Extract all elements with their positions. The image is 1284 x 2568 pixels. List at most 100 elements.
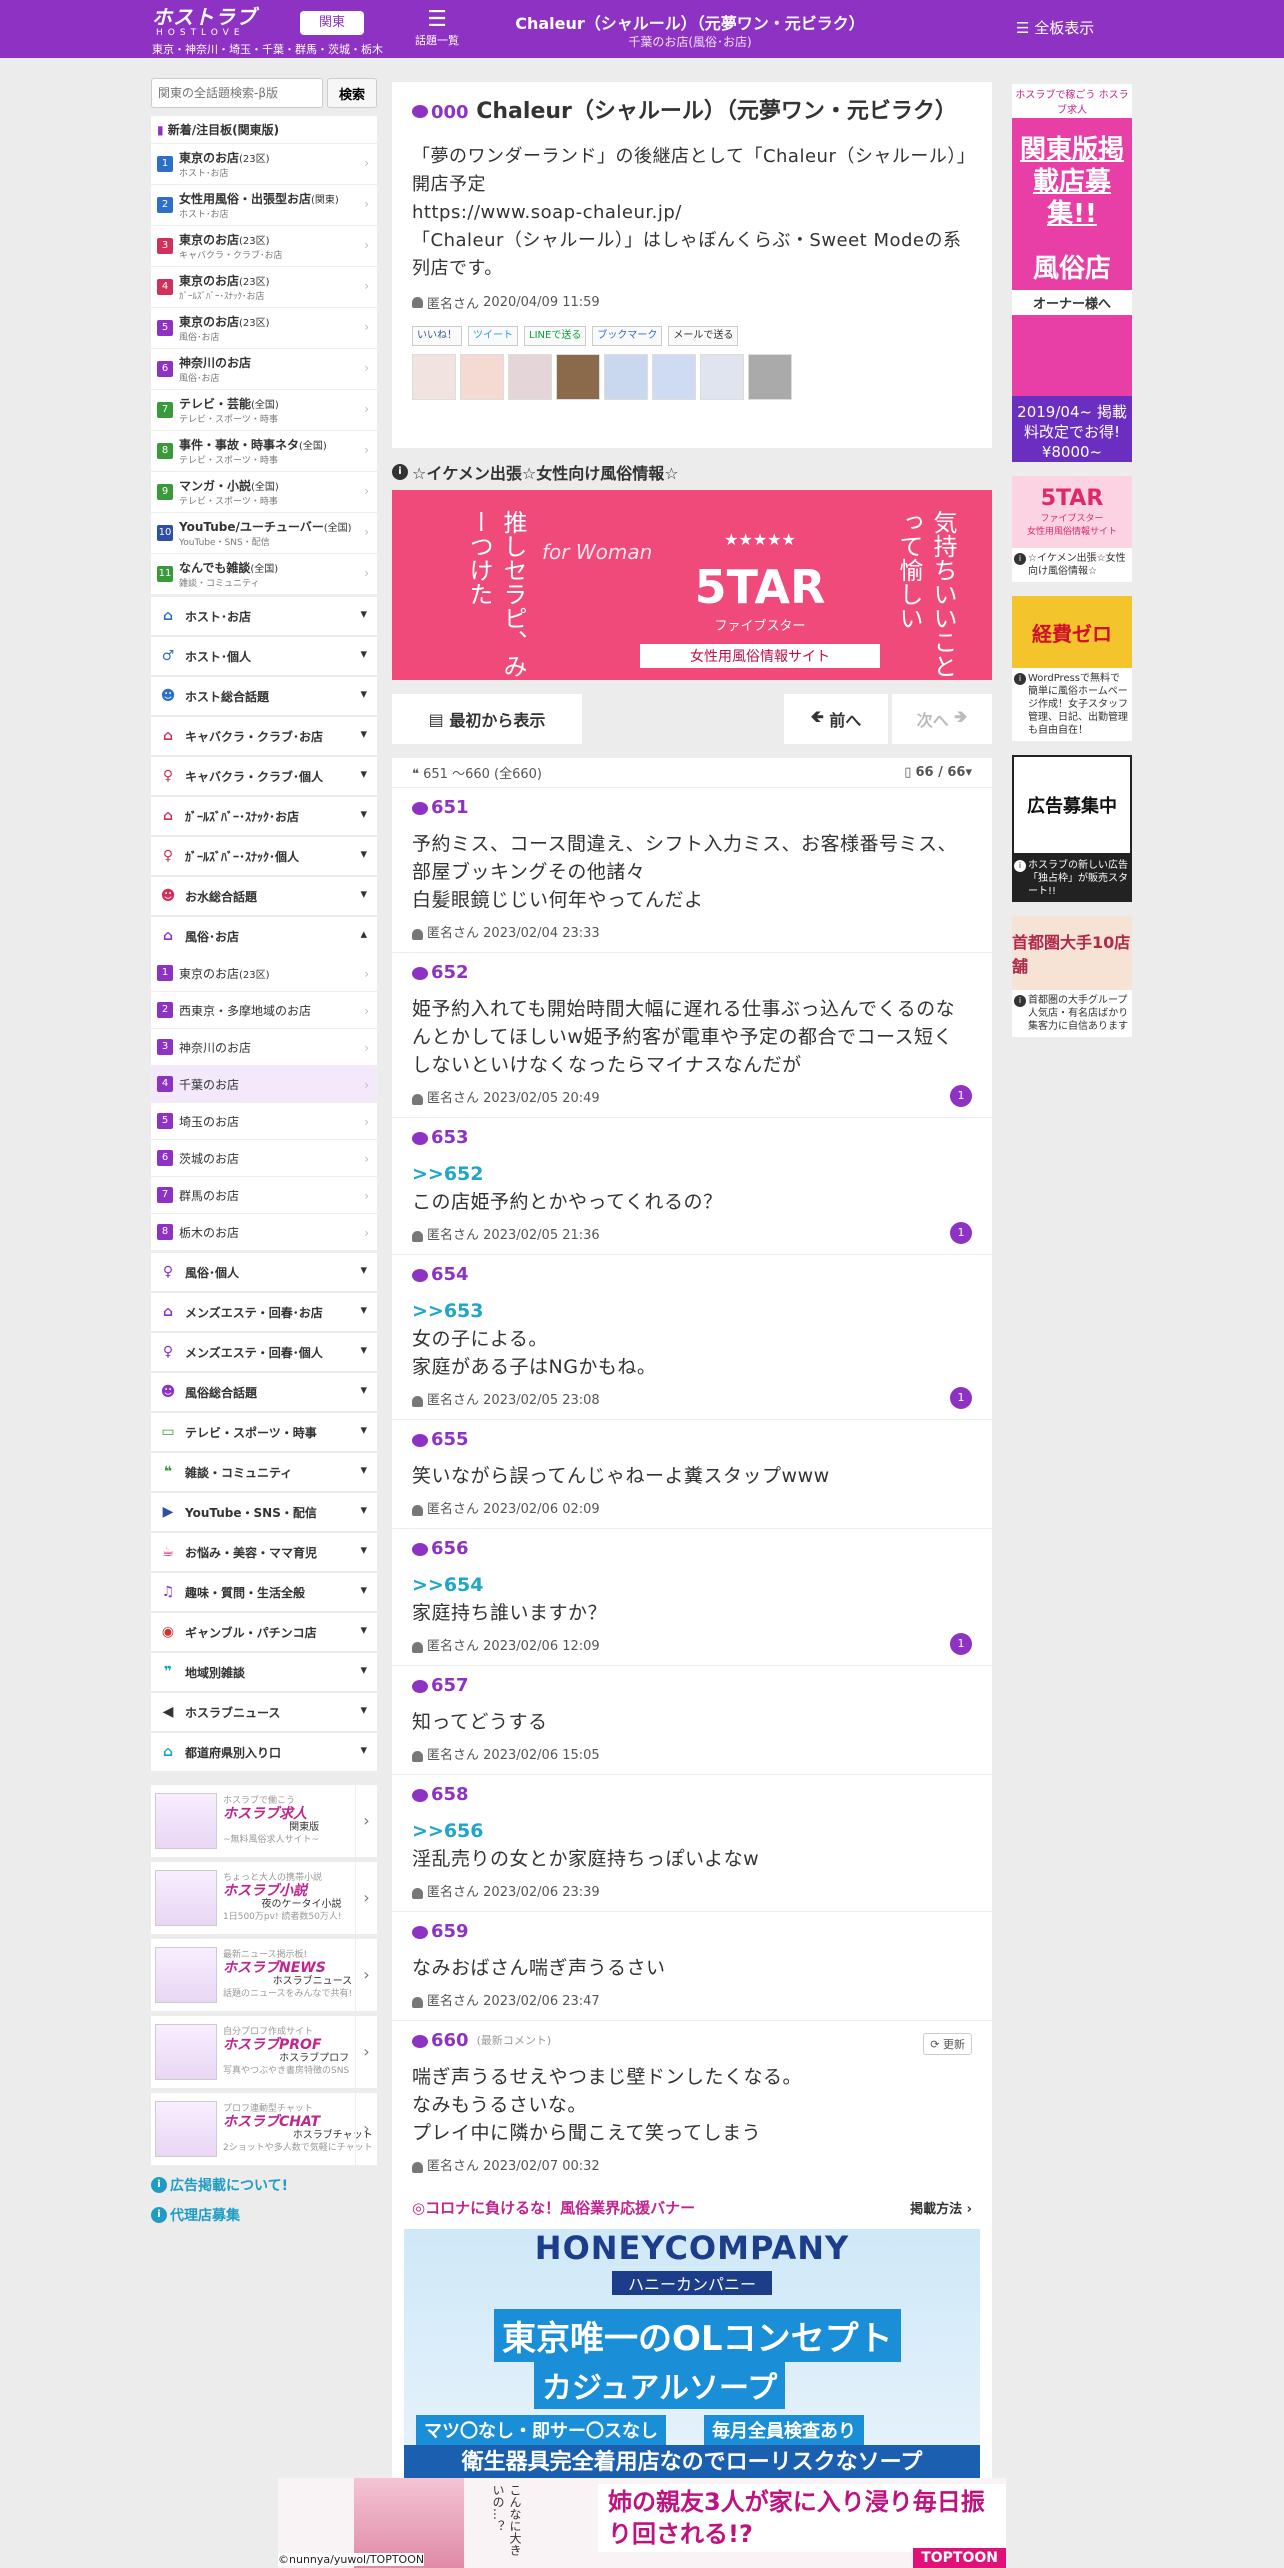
category-item[interactable]: ⌂ ホスト･お店 ▾: [151, 597, 377, 635]
comment-number[interactable]: 656: [431, 1537, 469, 1561]
category-item[interactable]: ▭ テレビ・スポーツ・時事 ▾: [151, 1413, 377, 1451]
service-promo[interactable]: ホスラブで働こう ホスラブ求人 関東版 ~無料風俗求人サイト~ ›: [151, 1785, 377, 1857]
comment-number[interactable]: 653: [431, 1126, 469, 1150]
category-item[interactable]: ⌂ 都道府県別入り口 ▾: [151, 1733, 377, 1771]
category-item[interactable]: ▶ YouTube・SNS・配信 ▾: [151, 1493, 377, 1531]
service-promo[interactable]: 最新ニュース掲示板! ホスラブNEWS ホスラブニュース 話題のニュースをみんなで共有…: [151, 1939, 377, 2011]
new-board-item[interactable]: 1 東京のお店(23区) ホスト･お店 ›: [151, 144, 377, 185]
thumbnail[interactable]: [508, 354, 552, 400]
category-item[interactable]: ⌂ キャバクラ・クラブ･お店 ▾: [151, 717, 377, 755]
search-button[interactable]: 検索: [327, 78, 377, 108]
category-item[interactable]: ♀ キャバクラ・クラブ･個人 ▾: [151, 757, 377, 795]
comment-number[interactable]: 654: [431, 1263, 469, 1287]
refresh-button[interactable]: ⟳ 更新: [923, 2033, 972, 2055]
service-promo[interactable]: 自分プロフ作成サイト ホスラブPROF ホスラブプロフ 写真やつぶやき書房特徴のSNS…: [151, 2016, 377, 2088]
reply-anchor-link[interactable]: >>652: [412, 1160, 972, 1188]
new-board-item[interactable]: 8 事件・事故・時事ネタ(全国) テレビ・スポーツ・時事 ›: [151, 431, 377, 472]
line-share-button[interactable]: LINEで送る: [524, 326, 587, 346]
search-input[interactable]: [151, 78, 323, 108]
sub-board-item[interactable]: 2 西東京・多摩地域のお店 ›: [151, 992, 377, 1029]
thumbnail[interactable]: [460, 354, 504, 400]
page-select[interactable]: ▯ 66 / 66▾: [904, 765, 972, 780]
new-board-item[interactable]: 9 マンガ・小説(全国) テレビ・スポーツ・時事 ›: [151, 472, 377, 513]
category-item[interactable]: ♀ メンズエステ・回春･個人 ▾: [151, 1333, 377, 1371]
category-item[interactable]: ♀ 風俗･個人 ▾: [151, 1253, 377, 1291]
category-item[interactable]: ♫ 趣味・質問・生活全般 ▾: [151, 1573, 377, 1611]
category-open[interactable]: ⌂ 風俗･お店 ▴: [151, 917, 377, 955]
sub-board-item[interactable]: 3 神奈川のお店 ›: [151, 1029, 377, 1066]
category-item[interactable]: ⌂ ｶﾞｰﾙｽﾞﾊﾞｰ･ｽﾅｯｸ･お店 ▾: [151, 797, 377, 835]
category-item[interactable]: ☻ お水総合話題 ▾: [151, 877, 377, 915]
tweet-button[interactable]: ツイート: [468, 326, 518, 346]
shutoken-group-ad[interactable]: 首都圏大手10店舗 i 首都圏の大手グループ 人気店・有名店ばかり 集客力に自信あ…: [1012, 916, 1132, 1037]
category-item[interactable]: ♀ ｶﾞｰﾙｽﾞﾊﾞｰ･ｽﾅｯｸ･個人 ▾: [151, 837, 377, 875]
comment-number[interactable]: 657: [431, 1674, 469, 1698]
reply-count-badge[interactable]: 1: [950, 1222, 972, 1244]
show-from-start-button[interactable]: ▤ 最初から表示: [392, 694, 582, 744]
comment-number[interactable]: 651: [431, 796, 469, 820]
bookmark-button[interactable]: ブックマーク: [592, 326, 663, 346]
sub-board-item[interactable]: 1 東京のお店 (23区) ›: [151, 955, 377, 992]
reply-count-badge[interactable]: 1: [950, 1633, 972, 1655]
service-promo[interactable]: プロフ連動型チャット ホスラブCHAT ホスラブチャット 2ショットや多人数で気軽にチ…: [151, 2093, 377, 2165]
category-item[interactable]: ♂ ホスト･個人 ▾: [151, 637, 377, 675]
reply-anchor-link[interactable]: >>656: [412, 1817, 972, 1845]
thumbnail[interactable]: [652, 354, 696, 400]
new-board-item[interactable]: 6 神奈川のお店 風俗･お店 ›: [151, 349, 377, 390]
thumbnail[interactable]: [748, 354, 792, 400]
sub-board-item[interactable]: 6 茨城のお店 ›: [151, 1140, 377, 1177]
five-star-ad[interactable]: 5TAR ファイブスター 女性用風俗情報サイト i ☆イケメン出張☆女性向け風俗情…: [1012, 476, 1132, 582]
facebook-like-button[interactable]: いいね！: [412, 326, 462, 346]
comment-number[interactable]: 655: [431, 1428, 469, 1452]
service-promo[interactable]: ちょっと大人の携帯小説 ホスラブ小説 夜のケータイ小説 1日500万pv! 読者数50…: [151, 1862, 377, 1934]
listing-method-link[interactable]: 掲載方法 ›: [910, 2198, 972, 2217]
site-logo[interactable]: ホストラブ HOSTLOVE: [152, 6, 292, 38]
new-board-item[interactable]: 10 YouTube/ユーチューバー(全国) YouTube・SNS・配信 ›: [151, 513, 377, 554]
info-link[interactable]: i 広告掲載について!: [151, 2175, 377, 2195]
honey-company-banner[interactable]: HONEYCOMPANY ハニーカンパニー 東京唯一のOLコンセプト カジュアル…: [404, 2229, 980, 2481]
new-board-item[interactable]: 4 東京のお店(23区) ｶﾞｰﾙｽﾞﾊﾞｰ･ｽﾅｯｸ･お店 ›: [151, 267, 377, 308]
comment-number[interactable]: 658: [431, 1783, 469, 1807]
region-button[interactable]: 関東: [300, 11, 364, 35]
prev-page-button[interactable]: 🡸 前へ: [784, 694, 888, 744]
sub-board-item[interactable]: 4 千葉のお店 ›: [151, 1066, 377, 1103]
category-item[interactable]: ❞ 地域別雑談 ▾: [151, 1653, 377, 1691]
exclusive-ad-slot[interactable]: 広告募集中 i ホスラブの新しい広告「独占枠」が販売スタート!!: [1012, 755, 1132, 902]
reply-count-badge[interactable]: 1: [950, 1085, 972, 1107]
five-star-banner[interactable]: 推しセラピ、みーつけた for Woman ★★★★★ 5TAR ファイブスター…: [392, 490, 992, 680]
next-page-button[interactable]: 次へ 🡺: [892, 694, 992, 744]
comment-number[interactable]: 652: [431, 961, 469, 985]
comment-number[interactable]: 660: [431, 2029, 469, 2053]
new-board-item[interactable]: 7 テレビ・芸能(全国) テレビ・スポーツ・時事 ›: [151, 390, 377, 431]
category-item[interactable]: ☕ お悩み・美容・ママ育児 ▾: [151, 1533, 377, 1571]
free-homepage-ad[interactable]: 経費ゼロ i WordPressで無料で簡単に風俗ホームページ作成！女子スタッフ管…: [1012, 596, 1132, 741]
new-board-item[interactable]: 2 女性用風俗・出張型お店(関東) ホスト･お店 ›: [151, 185, 377, 226]
sub-board-item[interactable]: 5 埼玉のお店 ›: [151, 1103, 377, 1140]
thumbnail[interactable]: [412, 354, 456, 400]
thumbnail[interactable]: [700, 354, 744, 400]
category-item[interactable]: ◉ ギャンブル・パチンコ店 ▾: [151, 1613, 377, 1651]
reply-anchor-link[interactable]: >>654: [412, 1571, 972, 1599]
thumbnail[interactable]: [556, 354, 600, 400]
info-link[interactable]: i 代理店募集: [151, 2205, 377, 2225]
topic-link[interactable]: https://www.soap-chaleur.jp/: [412, 199, 972, 227]
new-board-item[interactable]: 3 東京のお店(23区) キャバクラ・クラブ･お店 ›: [151, 226, 377, 267]
recruit-ad[interactable]: ホスラブで稼ごう ホスラブ求人 関東版掲載店募集!! 風俗店 オーナー様へ 20…: [1012, 84, 1132, 462]
thumbnail[interactable]: [604, 354, 648, 400]
reply-count-badge[interactable]: 1: [950, 1387, 972, 1409]
category-item[interactable]: ⌂ メンズエステ・回春･お店 ▾: [151, 1293, 377, 1331]
sub-board-item[interactable]: 8 栃木のお店 ›: [151, 1214, 377, 1251]
category-item[interactable]: ☻ 風俗総合話題 ▾: [151, 1373, 377, 1411]
topics-list-button[interactable]: ☰ 話題一覧: [412, 8, 462, 48]
new-board-item[interactable]: 11 なんでも雑談(全国) 雑談・コミュニティ ›: [151, 554, 377, 595]
category-item[interactable]: ◀ ホスラブニュース ▾: [151, 1693, 377, 1731]
all-boards-button[interactable]: ☰ 全板表示: [1016, 17, 1094, 38]
new-board-item[interactable]: 5 東京のお店(23区) 風俗･お店 ›: [151, 308, 377, 349]
category-item[interactable]: ❝ 雑談・コミュニティ ▾: [151, 1453, 377, 1491]
bottom-ad-banner[interactable]: こんなに大きいの…？ 姉の親友3人が家に入り浸り毎日振り回される!? TOPTO…: [278, 2478, 1006, 2568]
category-item[interactable]: ☻ ホスト総合話題 ▾: [151, 677, 377, 715]
sub-board-item[interactable]: 7 群馬のお店 ›: [151, 1177, 377, 1214]
mail-share-button[interactable]: メールで送る: [668, 326, 739, 346]
reply-anchor-link[interactable]: >>653: [412, 1297, 972, 1325]
comment-number[interactable]: 659: [431, 1920, 469, 1944]
